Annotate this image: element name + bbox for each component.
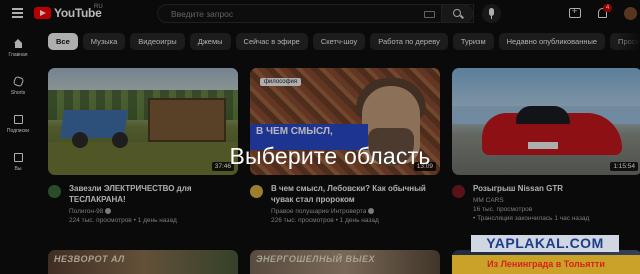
video-title[interactable]: В чем смысл, Лебовски? Как обычный чувак…	[271, 183, 439, 205]
video-meta: Розыгрыш Nissan GTR MM CARS 16 тыс. прос…	[473, 183, 640, 222]
video-thumbnail[interactable]: НЕЗВОРОТ АЛ	[48, 250, 238, 274]
chip-all[interactable]: Все	[48, 33, 78, 50]
channel-name[interactable]: MM CARS	[473, 197, 504, 204]
search-icon	[453, 9, 461, 17]
top-bar: YouTube RU Введите запрос 4	[0, 0, 640, 27]
region-select-caption: Выберите область	[229, 143, 431, 169]
region-code: RU	[94, 4, 103, 10]
youtube-play-icon	[34, 7, 51, 19]
create-video-icon[interactable]	[569, 6, 581, 18]
search-button[interactable]	[441, 4, 473, 23]
keyboard-icon[interactable]	[424, 11, 435, 18]
chip-jams[interactable]: Джемы	[189, 33, 231, 50]
channel-avatar[interactable]	[452, 185, 465, 198]
upload-age: 1 день назад	[137, 217, 177, 224]
sidebar-item-label: Shorts	[10, 90, 26, 96]
home-icon	[14, 39, 23, 48]
channel-name[interactable]: Полигон-98	[69, 208, 103, 215]
video-title[interactable]: Розыгрыш Nissan GTR	[473, 183, 640, 194]
verified-icon	[368, 208, 375, 215]
search-input[interactable]: Введите запрос	[171, 9, 233, 19]
watermark-logo: YAPLAKAL.COM	[471, 235, 619, 252]
account-avatar[interactable]	[624, 7, 637, 20]
chip-sketch[interactable]: Скетч-шоу	[312, 33, 366, 50]
video-meta: В чем смысл, Лебовски? Как обычный чувак…	[271, 183, 439, 224]
view-count: 226 тыс. просмотров	[271, 217, 334, 224]
upload-age: Трансляция закончилась 1 час назад	[477, 215, 590, 222]
sidebar-item-label: Главная	[8, 52, 28, 58]
youtube-logo[interactable]: YouTube RU	[34, 4, 103, 20]
thumbnail-text: НЕЗВОРОТ АЛ	[54, 254, 125, 264]
watermark-strip: Из Ленинграда в Тольятти	[452, 255, 640, 274]
sidebar-item-home[interactable]: Главная	[0, 39, 36, 73]
chip-recent[interactable]: Недавно опубликованные	[498, 33, 606, 50]
thumbnail-tag: философия	[260, 78, 302, 86]
video-title[interactable]: Завезли ЭЛЕКТРИЧЕСТВО для ТЕСЛАКРАНА!	[69, 183, 237, 205]
verified-icon	[105, 208, 112, 215]
channel-avatar[interactable]	[48, 185, 61, 198]
chip-tourism[interactable]: Туризм	[452, 33, 494, 50]
chip-live[interactable]: Сейчас в эфире	[235, 33, 308, 50]
shorts-icon	[12, 75, 24, 88]
chip-woodworking[interactable]: Работа по дереву	[370, 33, 448, 50]
microphone-icon[interactable]	[482, 4, 501, 23]
subscriptions-icon	[13, 115, 23, 124]
notifications-badge: 4	[603, 4, 612, 12]
video-thumbnail[interactable]: ЭНЕРГОШЕЛНЫЙ ВЫЕХ	[250, 250, 440, 274]
sidebar-item-shorts[interactable]: Shorts	[0, 75, 36, 111]
search-box[interactable]: Введите запрос	[157, 4, 474, 23]
thumbnail-text: ЭНЕРГОШЕЛНЫЙ ВЫЕХ	[256, 254, 375, 264]
chip-music[interactable]: Музыка	[82, 33, 126, 50]
sidebar-item-label: Подписки	[6, 128, 30, 134]
category-chips: Все Музыка Видеоигры Джемы Сейчас в эфире Ске…	[48, 33, 640, 51]
channel-name[interactable]: Правое полушарие Интроверта	[271, 208, 366, 215]
video-meta: Завезли ЭЛЕКТРИЧЕСТВО для ТЕСЛАКРАНА! По…	[69, 183, 237, 224]
channel-avatar[interactable]	[250, 185, 263, 198]
chips-fade	[616, 33, 640, 51]
view-count: 224 тыс. просмотров	[69, 217, 132, 224]
menu-icon[interactable]	[12, 8, 23, 18]
view-count: 16 тыс. просмотров	[473, 206, 533, 213]
upload-age: 1 день назад	[339, 217, 379, 224]
chip-videogames[interactable]: Видеоигры	[130, 33, 185, 50]
